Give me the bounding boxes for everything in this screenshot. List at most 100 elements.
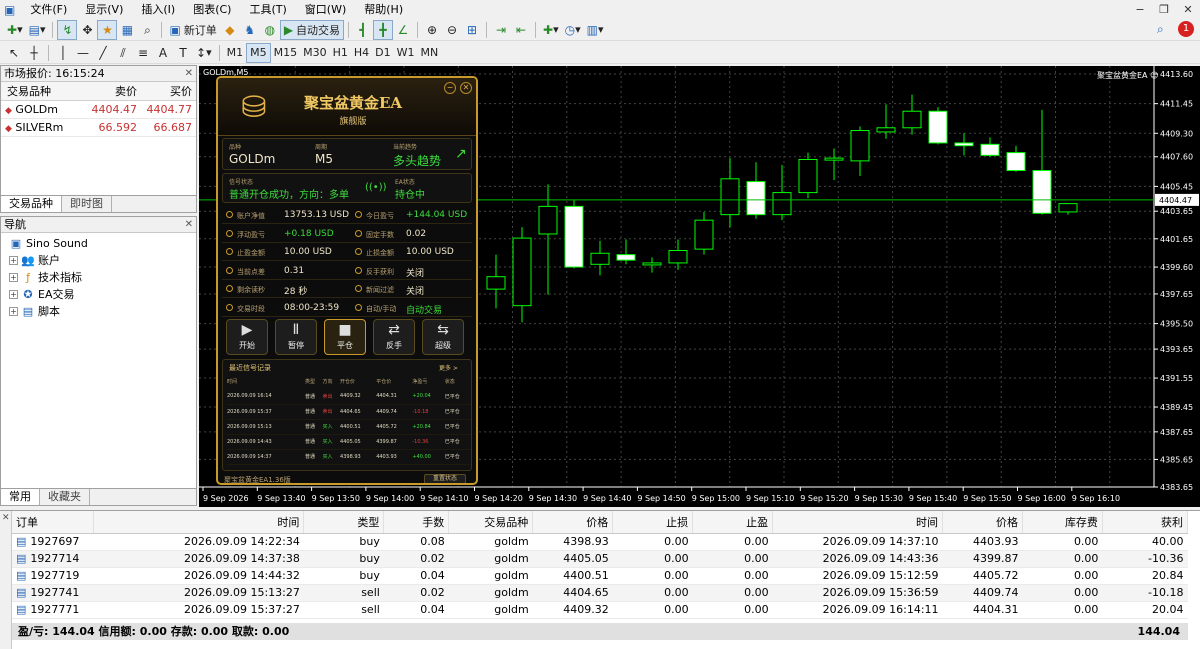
signal-row[interactable]: 2026.09.09 15:13 普通 买入 4400.51 4405.72 +20.84… <box>227 419 471 435</box>
tab-common[interactable]: 常用 <box>1 489 40 505</box>
tf-m30[interactable]: M30 <box>300 43 330 63</box>
candle-body[interactable] <box>980 143 1000 156</box>
minimize-button[interactable]: − <box>1128 3 1152 16</box>
candle-body[interactable] <box>876 127 896 133</box>
col-ask[interactable]: 买价 <box>141 82 196 101</box>
data-window-button[interactable]: ✥ <box>77 20 97 40</box>
col-close-time[interactable]: 时间 <box>772 511 944 534</box>
tab-tick-chart[interactable]: 即时图 <box>62 196 112 212</box>
tf-h1[interactable]: H1 <box>330 43 351 63</box>
start-button[interactable]: ▶ 开始 <box>226 319 268 355</box>
col-symbol[interactable]: 交易品种 <box>448 511 534 534</box>
menu-file[interactable]: 文件(F) <box>21 0 76 19</box>
fibonacci-button[interactable]: ≡ <box>133 43 153 63</box>
candle-body[interactable] <box>590 252 610 265</box>
tree-item-scripts[interactable]: + ▤ 脚本 <box>9 303 196 320</box>
signal-row[interactable]: 2026.09.09 16:14 普通 卖出 4409.32 4404.31 +20.04… <box>227 389 471 405</box>
crosshair-button[interactable]: ┼ <box>24 43 44 63</box>
templates-button[interactable]: ▥ ▾ <box>584 20 607 40</box>
tester-button[interactable]: ⌕ <box>137 20 157 40</box>
tf-m15[interactable]: M15 <box>271 43 301 63</box>
candle-body[interactable] <box>720 178 740 216</box>
tree-root[interactable]: ▣ Sino Sound <box>9 235 196 252</box>
tf-d1[interactable]: D1 <box>372 43 393 63</box>
candle-body[interactable] <box>824 157 844 161</box>
col-open-price[interactable]: 价格 <box>532 511 614 534</box>
indicators-button[interactable]: ✚ ▾ <box>540 20 562 40</box>
table-row[interactable]: ▤ 1927719 2026.09.09 14:44:32 buy 0.04 goldm 4… <box>12 567 1188 585</box>
terminal-button[interactable]: ▦ <box>117 20 137 40</box>
reset-status-button[interactable]: 重置状态 <box>424 474 466 483</box>
tf-h4[interactable]: H4 <box>351 43 372 63</box>
col-bid[interactable]: 卖价 <box>86 82 141 101</box>
signals-more-link[interactable]: 更多 > <box>439 363 458 372</box>
col-swap[interactable]: 库存费 <box>1022 511 1103 534</box>
line-chart-button[interactable]: ∠ <box>393 20 413 40</box>
auto-trading-button[interactable]: ▶ 自动交易 <box>279 19 345 40</box>
candle-body[interactable] <box>772 192 792 216</box>
tf-w1[interactable]: W1 <box>394 43 418 63</box>
bar-chart-button[interactable]: ┫ <box>353 20 373 40</box>
text-button[interactable]: A <box>153 43 173 63</box>
menu-tools[interactable]: 工具(T) <box>240 0 295 19</box>
chart-shift-button[interactable]: ⇤ <box>511 20 531 40</box>
new-order-button[interactable]: ▣ 新订单 <box>166 20 219 40</box>
candle-body[interactable] <box>694 219 714 250</box>
candle-body[interactable] <box>850 130 870 162</box>
expand-icon[interactable]: + <box>9 273 18 282</box>
candle-body[interactable] <box>746 181 766 216</box>
text-label-button[interactable]: T <box>173 43 193 63</box>
table-row[interactable]: ◆ SILVERm 66.592 66.687 <box>1 118 196 137</box>
col-type[interactable]: 类型 <box>303 511 385 534</box>
candle-body[interactable] <box>928 110 948 144</box>
reverse-button[interactable]: ⇄ 反手 <box>373 319 415 355</box>
market-button[interactable]: ♞ <box>240 20 260 40</box>
notification-badge[interactable]: 1 <box>1178 21 1194 37</box>
close-icon[interactable]: ✕ <box>2 513 10 523</box>
candle-body[interactable] <box>1058 203 1078 213</box>
close-position-button[interactable]: ■ 平仓 <box>324 319 366 355</box>
menu-insert[interactable]: 插入(I) <box>132 0 184 19</box>
candle-chart-button[interactable]: ╋ <box>373 19 394 40</box>
col-close-price[interactable]: 价格 <box>942 511 1023 534</box>
menu-charts[interactable]: 图表(C) <box>184 0 240 19</box>
col-profit[interactable]: 获利 <box>1102 511 1189 534</box>
candle-body[interactable] <box>512 237 532 307</box>
periods-button[interactable]: ◷ ▾ <box>562 20 584 40</box>
navigator-button[interactable]: ★ <box>97 19 118 40</box>
table-row[interactable]: ◆ GOLDm 4404.47 4404.77 <box>1 100 196 119</box>
menu-window[interactable]: 窗口(W) <box>296 0 355 19</box>
ea-panel[interactable]: ⛁ 聚宝盆黄金EA 旗舰版 − ✕ 品种 GOLDm 周期 M5 当前趋势 多头… <box>216 76 478 485</box>
vertical-line-button[interactable]: │ <box>53 43 73 63</box>
candle-body[interactable] <box>486 276 506 290</box>
zoom-out-button[interactable]: ⊖ <box>442 20 462 40</box>
candle-body[interactable] <box>902 110 922 129</box>
table-row[interactable]: ▤ 1927697 2026.09.09 14:22:34 buy 0.08 goldm 4… <box>12 533 1188 551</box>
community-button[interactable]: ◍ <box>260 20 280 40</box>
table-row[interactable]: ▤ 1927714 2026.09.09 14:37:38 buy 0.02 goldm 4… <box>12 550 1188 568</box>
super-button[interactable]: ⇆ 超级 <box>422 319 464 355</box>
trendline-button[interactable]: ╱ <box>93 43 113 63</box>
close-icon[interactable]: ✕ <box>185 217 193 233</box>
market-watch-button[interactable]: ↯ <box>57 19 78 40</box>
candle-body[interactable] <box>954 142 974 147</box>
pause-button[interactable]: Ⅱ 暂停 <box>275 319 317 355</box>
tf-m1[interactable]: M1 <box>224 43 247 63</box>
tree-item-experts[interactable]: + ✪ EA交易 <box>9 286 196 303</box>
tile-windows-button[interactable]: ⊞ <box>462 20 482 40</box>
restore-button[interactable]: ❐ <box>1152 3 1176 16</box>
col-tp[interactable]: 止盈 <box>692 511 774 534</box>
candle-body[interactable] <box>1032 170 1052 214</box>
close-icon[interactable]: ✕ <box>460 82 472 94</box>
cursor-button[interactable]: ↖ <box>4 43 24 63</box>
arrows-button[interactable]: ↕ ▾ <box>193 43 215 63</box>
signal-row[interactable]: 2026.09.09 15:37 普通 卖出 4404.65 4409.74 -10.18… <box>227 404 471 420</box>
profiles-button[interactable]: ▤ ▾ <box>26 20 49 40</box>
col-lots[interactable]: 手数 <box>383 511 450 534</box>
signal-row[interactable]: 2026.09.09 14:43 普通 买入 4405.05 4399.87 -10.36… <box>227 434 471 450</box>
candle-body[interactable] <box>798 158 818 194</box>
col-open-time[interactable]: 时间 <box>93 511 305 534</box>
tf-mn[interactable]: MN <box>418 43 442 63</box>
autoscroll-button[interactable]: ⇥ <box>491 20 511 40</box>
signal-row[interactable]: 2026.09.09 14:37 普通 买入 4398.93 4403.93 +40.00… <box>227 449 471 465</box>
